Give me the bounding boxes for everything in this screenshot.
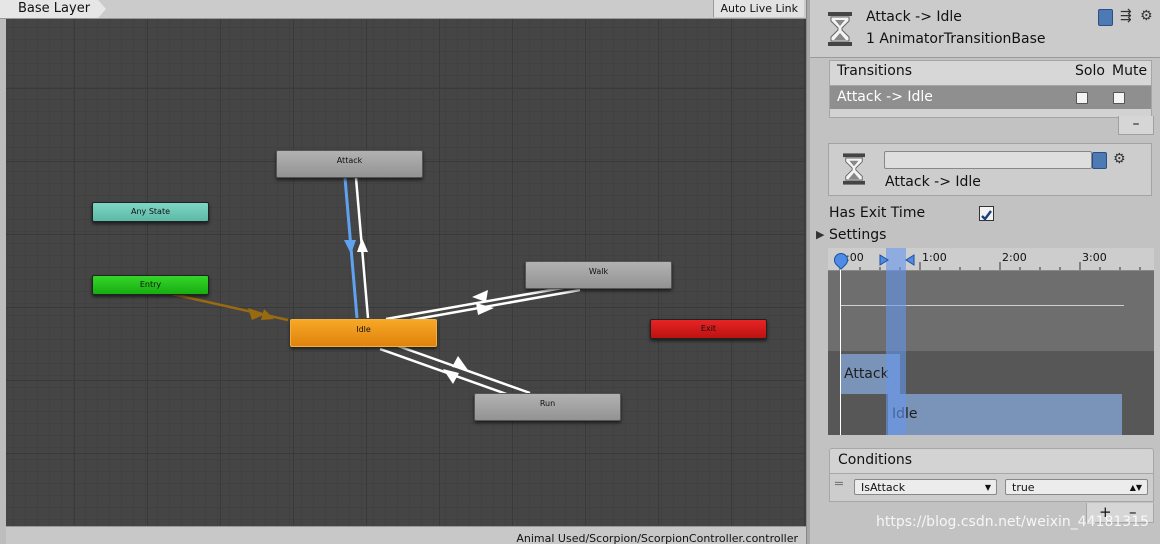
state-idle[interactable]: Idle — [290, 319, 437, 347]
timeline-ruler: :00 1:00 2:00 3:00 — [828, 248, 1154, 271]
condition-parameter-value: IsAttack — [861, 481, 906, 494]
presets-sliders-icon[interactable]: ⇶ — [1120, 9, 1132, 23]
transitions-list-header: Transitions Solo Mute — [829, 60, 1152, 86]
state-attack[interactable]: Attack — [276, 150, 423, 178]
dropdown-arrow-icon: ▼ — [984, 483, 991, 492]
idle-to-walk-transition[interactable] — [399, 288, 581, 324]
transition-timeline[interactable]: :00 1:00 2:00 3:00 Attack Idle — [828, 248, 1154, 435]
transition-links — [171, 177, 581, 398]
timeline-weight-line — [840, 305, 1124, 306]
dropdown-updown-icon: ▲▼ — [1129, 483, 1142, 492]
solo-column-label: Solo — [1075, 63, 1105, 79]
walk-to-idle-arrow — [472, 290, 488, 302]
transition-settings-header: ⚙ Attack -> Idle — [828, 143, 1152, 196]
state-run[interactable]: Run — [474, 393, 621, 421]
idle-to-run-transition[interactable] — [397, 344, 531, 395]
transitions-list-footer — [829, 109, 1152, 118]
condition-parameter-dropdown[interactable]: IsAttack ▼ — [854, 479, 997, 495]
attack-to-idle-arrow — [344, 240, 356, 254]
inspector-title: Attack -> Idle — [866, 9, 962, 25]
mute-checkbox[interactable] — [1113, 92, 1125, 104]
transition-row-label: Attack -> Idle — [837, 89, 933, 105]
transitions-header-label: Transitions — [837, 63, 912, 79]
state-exit-label: Exit — [700, 324, 717, 333]
state-any-state[interactable]: Any State — [92, 202, 209, 222]
settings-foldout[interactable]: Settings — [829, 227, 886, 243]
inspector-subtitle: 1 AnimatorTransitionBase — [866, 31, 1046, 47]
timeline-destination-clip[interactable]: Idle — [888, 394, 1122, 435]
state-any-state-label: Any State — [131, 207, 170, 216]
state-run-label: Run — [539, 399, 556, 408]
state-exit[interactable]: Exit — [650, 319, 767, 339]
inspector-header: Attack -> Idle 1 AnimatorTransitionBase … — [810, 0, 1160, 58]
transition-icon — [828, 12, 852, 46]
mute-column-label: Mute — [1112, 63, 1148, 79]
run-to-idle-arrow — [443, 369, 459, 384]
transition-label: Attack -> Idle — [885, 174, 981, 190]
transition-handles[interactable] — [878, 253, 918, 267]
transition-row[interactable]: Attack -> Idle — [829, 86, 1152, 109]
condition-row[interactable]: ═ IsAttack ▼ true ▲▼ — [829, 474, 1154, 502]
walk-to-idle-transition[interactable] — [385, 285, 569, 321]
conditions-list: Conditions ═ IsAttack ▼ true ▲▼ — [829, 448, 1154, 502]
transition-blend-region[interactable] — [886, 248, 906, 435]
timeline-curve-area — [828, 271, 1154, 351]
source-clip-label: Attack — [844, 366, 889, 382]
controller-asset-path: Animal Used/Scorpion/ScorpionController.… — [516, 532, 798, 544]
timeline-playhead[interactable] — [840, 258, 841, 435]
transition-name-input[interactable] — [884, 151, 1092, 169]
watermark-text: https://blog.csdn.net/weixin_44181315 — [876, 514, 1150, 530]
inspector-border — [807, 0, 810, 544]
idle-to-run-arrow — [452, 356, 468, 370]
solo-checkbox[interactable] — [1076, 92, 1088, 104]
settings-foldout-arrow-icon[interactable]: ▶ — [816, 228, 824, 241]
animator-graph[interactable]: Base Layer Auto Live Link Attack Any Sta… — [0, 0, 806, 544]
condition-value-dropdown[interactable]: true ▲▼ — [1005, 479, 1148, 495]
ruler-ticks — [839, 262, 1141, 270]
conditions-header: Conditions — [829, 448, 1154, 474]
gear-icon[interactable]: ⚙ — [1140, 9, 1153, 23]
state-walk-label: Walk — [588, 267, 609, 276]
condition-value: true — [1012, 481, 1035, 494]
transition-gear-icon[interactable]: ⚙ — [1113, 152, 1126, 166]
idle-to-attack-arrow — [357, 238, 368, 252]
state-entry[interactable]: Entry — [92, 275, 209, 295]
has-exit-time-checkbox[interactable] — [979, 206, 994, 221]
state-attack-label: Attack — [336, 156, 363, 165]
transition-help-icon[interactable] — [1092, 152, 1107, 169]
help-book-icon[interactable] — [1098, 9, 1113, 26]
state-walk[interactable]: Walk — [525, 261, 672, 289]
graph-status-bar: Animal Used/Scorpion/ScorpionController.… — [6, 526, 806, 544]
remove-transition-button[interactable]: – — [1118, 116, 1154, 135]
transition-small-icon — [843, 153, 865, 185]
drag-handle-icon[interactable]: ═ — [835, 477, 843, 492]
state-idle-label: Idle — [356, 325, 371, 334]
state-entry-label: Entry — [139, 280, 162, 289]
has-exit-time-label: Has Exit Time — [829, 205, 926, 221]
checkmark-icon — [981, 210, 992, 221]
transitions-list: Transitions Solo Mute Attack -> Idle — [829, 60, 1152, 118]
